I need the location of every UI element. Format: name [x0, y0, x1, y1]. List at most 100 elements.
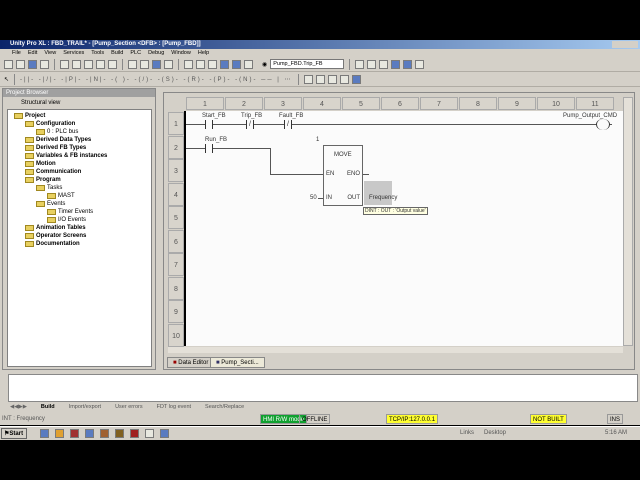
contact-trip-nc[interactable]: / — [246, 120, 254, 129]
contact-fault-nc[interactable]: / — [284, 120, 292, 129]
tool-icon[interactable] — [355, 59, 365, 69]
print-icon[interactable] — [40, 59, 49, 69]
tree-item-label: Events — [47, 201, 66, 207]
menu-services[interactable]: Services — [63, 50, 84, 56]
build-icon[interactable] — [140, 59, 149, 69]
tree-item[interactable]: 0 : PLC bus — [36, 128, 78, 136]
cut-icon[interactable] — [72, 59, 81, 69]
window-icon[interactable] — [403, 59, 413, 69]
tooltip: DINT : OUT : 'Output value' — [363, 207, 428, 215]
menu-edit[interactable]: Edit — [28, 50, 37, 56]
tree-item[interactable]: Operator Screens — [25, 232, 86, 240]
tab-fdt-log[interactable]: FDT log event — [157, 403, 191, 412]
move-block[interactable]: MOVE EN ENO IN OUT — [323, 145, 363, 206]
tab-label: Data Editor — [178, 360, 209, 366]
menu-help[interactable]: Help — [198, 50, 209, 56]
tool-icon[interactable] — [379, 59, 389, 69]
menu-window[interactable]: Window — [171, 50, 191, 56]
tab-user-errors[interactable]: User errors — [115, 403, 143, 412]
copy-icon[interactable] — [60, 59, 69, 69]
binoculars-icon[interactable]: ◉ — [262, 61, 267, 68]
horizontal-scrollbar[interactable] — [168, 347, 623, 353]
save-icon[interactable] — [28, 59, 37, 69]
tree-item[interactable]: Derived Data Types — [25, 136, 91, 144]
toolbar-fbd: ↖ -||- -|/|- -|P|- -|N|- -( )- -(/)- -(S… — [0, 72, 640, 87]
analyze-icon[interactable] — [128, 59, 137, 69]
paste-icon[interactable] — [84, 59, 93, 69]
tree-item[interactable]: Motion — [25, 160, 56, 168]
connect-icon[interactable] — [184, 59, 193, 69]
view2-icon[interactable] — [232, 59, 241, 69]
editor-canvas[interactable]: Start_FB Trip_FB / Fault_FB / Pump_Outpu… — [184, 111, 623, 346]
fb-icon[interactable] — [315, 74, 325, 84]
ld-element-icons[interactable]: -||- -|/|- -|P|- -|N|- -( )- -(/)- -(S)-… — [20, 76, 292, 83]
status-build: NOT BUILT — [530, 414, 567, 424]
contact-run[interactable] — [205, 144, 213, 153]
menu-build[interactable]: Build — [111, 50, 123, 56]
tab-search-replace[interactable]: Search/Replace — [205, 403, 244, 412]
rebuild-icon[interactable] — [152, 59, 161, 69]
browser-icon[interactable] — [244, 59, 253, 69]
help-icon[interactable] — [415, 59, 425, 69]
tree-item[interactable]: I/O Events — [47, 216, 86, 224]
search-combo[interactable]: Pump_FBD.Trip_FB — [270, 59, 345, 69]
menu-view[interactable]: View — [44, 50, 56, 56]
window-controls[interactable] — [612, 41, 638, 48]
tab-build[interactable]: Build — [41, 403, 55, 412]
coil-pump-output[interactable] — [596, 119, 610, 130]
view-icon[interactable] — [220, 59, 229, 69]
menu-plc[interactable]: PLC — [130, 50, 141, 56]
open-icon[interactable] — [16, 59, 25, 69]
menu-file[interactable]: File — [12, 50, 21, 56]
tree-item[interactable]: Tasks — [36, 184, 62, 192]
folder-icon — [25, 161, 34, 167]
in-value[interactable]: 50 — [310, 195, 317, 201]
menu-debug[interactable]: Debug — [148, 50, 164, 56]
out-variable[interactable]: Frequency — [369, 195, 397, 201]
menu-bar: File Edit View Services Tools Build PLC Debug Wi… — [0, 49, 640, 57]
transfer-icon[interactable] — [164, 59, 173, 69]
links-label[interactable]: Links — [460, 430, 474, 436]
pointer-icon[interactable]: ↖ — [4, 76, 9, 83]
vertical-scrollbar[interactable] — [623, 97, 633, 346]
row-header: 4 — [168, 182, 184, 206]
tool-icon[interactable] — [367, 59, 377, 69]
tab-data-editor[interactable]: ■ Data Editor — [167, 357, 215, 368]
comment-icon[interactable] — [351, 74, 361, 84]
jump-icon[interactable] — [327, 74, 337, 84]
tree-item[interactable]: Variables & FB instances — [25, 152, 107, 160]
desktop-label[interactable]: Desktop — [484, 430, 506, 436]
tree-item[interactable]: Program — [25, 176, 61, 184]
status-ins: INS — [607, 414, 624, 424]
label-icon[interactable] — [339, 74, 349, 84]
window-icon[interactable] — [391, 59, 401, 69]
tree-item-label: Variables & FB instances — [36, 153, 108, 159]
undo-icon[interactable] — [96, 59, 105, 69]
contact-start[interactable] — [205, 120, 213, 129]
redo-icon[interactable] — [108, 59, 117, 69]
new-icon[interactable] — [4, 59, 13, 69]
tree-item[interactable]: Configuration — [25, 120, 75, 128]
pin-en: EN — [326, 171, 335, 177]
tab-pump-section[interactable]: ■ Pump_Secti... — [210, 357, 265, 368]
tab-import-export[interactable]: Import/export — [69, 403, 101, 412]
stop-icon[interactable] — [208, 59, 217, 69]
folder-icon — [14, 113, 23, 119]
tree-item[interactable]: Timer Events — [47, 208, 93, 216]
folder-icon — [25, 177, 34, 183]
tree-item[interactable]: MAST — [47, 192, 75, 200]
tree-item[interactable]: Documentation — [25, 240, 80, 248]
fb-icon[interactable] — [303, 74, 313, 84]
project-tree: Project Configuration 0 : PLC bus Derived D… — [7, 109, 152, 367]
quick-launch[interactable] — [40, 429, 169, 438]
run-icon[interactable] — [196, 59, 205, 69]
tree-item[interactable]: Animation Tables — [25, 224, 86, 232]
tree-item[interactable]: Project — [14, 112, 45, 120]
menu-tools[interactable]: Tools — [91, 50, 104, 56]
tree-item[interactable]: Communication — [25, 168, 81, 176]
start-button[interactable]: ⚑Start — [1, 428, 27, 439]
folder-icon — [25, 233, 34, 239]
tree-item[interactable]: Events — [36, 200, 65, 208]
tree-item[interactable]: Derived FB Types — [25, 144, 86, 152]
tree-item-label: Animation Tables — [36, 225, 86, 231]
